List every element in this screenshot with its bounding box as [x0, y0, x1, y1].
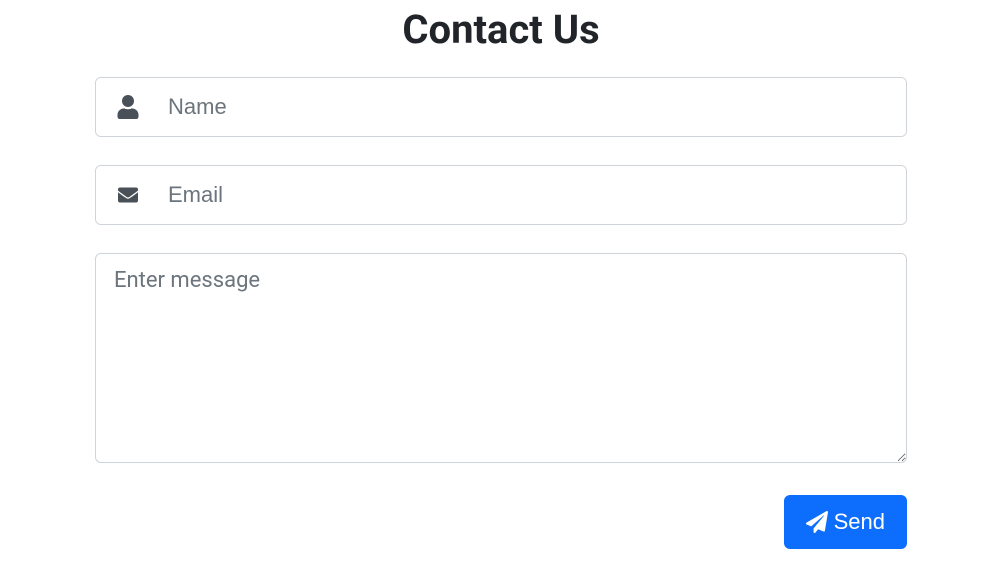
send-button[interactable]: Send [784, 495, 907, 549]
button-row: Send [95, 495, 907, 549]
message-textarea-wrap [95, 253, 907, 467]
contact-form-container: Contact Us Send [91, 6, 911, 549]
name-input-group [95, 77, 907, 137]
name-input[interactable] [160, 78, 906, 136]
paper-plane-icon [806, 511, 828, 533]
page-title: Contact Us [95, 6, 907, 53]
email-input[interactable] [160, 166, 906, 224]
email-input-group [95, 165, 907, 225]
envelope-icon [96, 166, 160, 224]
message-textarea[interactable] [95, 253, 907, 463]
send-button-label: Send [834, 509, 885, 535]
user-icon [96, 78, 160, 136]
